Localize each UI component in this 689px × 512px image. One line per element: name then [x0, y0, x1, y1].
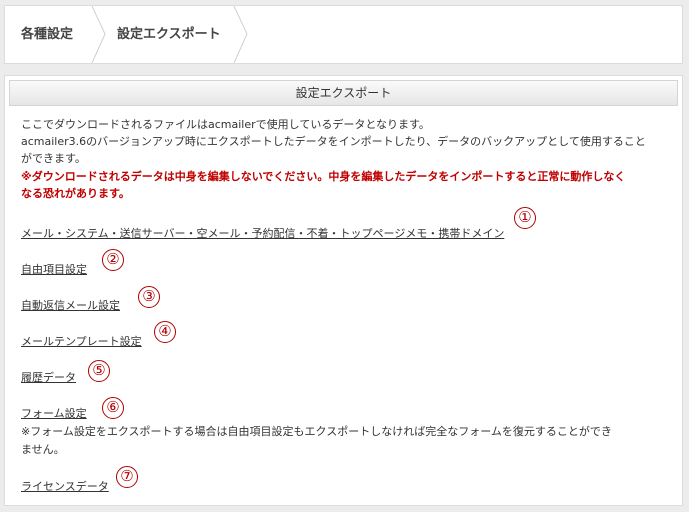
panel-title: 設定エクスポート	[9, 80, 678, 106]
export-link-license[interactable]: ライセンスデータ	[21, 479, 109, 495]
export-link-free-fields[interactable]: 自由項目設定	[21, 262, 87, 278]
intro-text-line1: ここでダウンロードされるファイルはacmailerで使用しているデータとなります…	[21, 118, 430, 131]
breadcrumb-separator-icon	[91, 6, 106, 63]
export-link-auto-reply[interactable]: 自動返信メール設定	[21, 298, 120, 314]
badge-7: ⑦	[116, 466, 138, 488]
breadcrumb-item-settings[interactable]: 各種設定	[21, 6, 73, 63]
intro-text-line2: acmailer3.6のバージョンアップ時にエクスポートしたデータをインポートし…	[21, 135, 646, 148]
form-note-line1: ※フォーム設定をエクスポートする場合は自由項目設定もエクスポートしなければ完全な…	[21, 425, 612, 438]
badge-4: ④	[154, 321, 176, 343]
badge-5: ⑤	[88, 360, 110, 382]
export-link-history[interactable]: 履歴データ	[21, 370, 76, 386]
warning-text-line2: なる恐れがあります。	[21, 187, 130, 200]
badge-3: ③	[138, 286, 160, 308]
warning-text-line1: ※ダウンロードされるデータは中身を編集しないでください。中身を編集したデータをイ…	[21, 170, 626, 183]
badge-1: ①	[514, 207, 536, 229]
export-link-form-settings[interactable]: フォーム設定	[21, 406, 87, 422]
breadcrumb: 各種設定 設定エクスポート	[4, 5, 683, 64]
badge-6: ⑥	[102, 397, 124, 419]
form-note-line2: ません。	[21, 443, 65, 456]
breadcrumb-separator-icon	[233, 6, 248, 63]
export-link-mail-template[interactable]: メールテンプレート設定	[21, 334, 142, 350]
intro-text-line3: ができます。	[21, 152, 86, 165]
export-link-mail-system[interactable]: メール・システム・送信サーバー・空メール・予約配信・不着・トップページメモ・携帯…	[21, 226, 504, 242]
export-panel: 設定エクスポート ここでダウンロードされるファイルはacmailerで使用してい…	[4, 75, 683, 506]
badge-2: ②	[102, 249, 124, 271]
breadcrumb-item-export: 設定エクスポート	[117, 27, 221, 42]
